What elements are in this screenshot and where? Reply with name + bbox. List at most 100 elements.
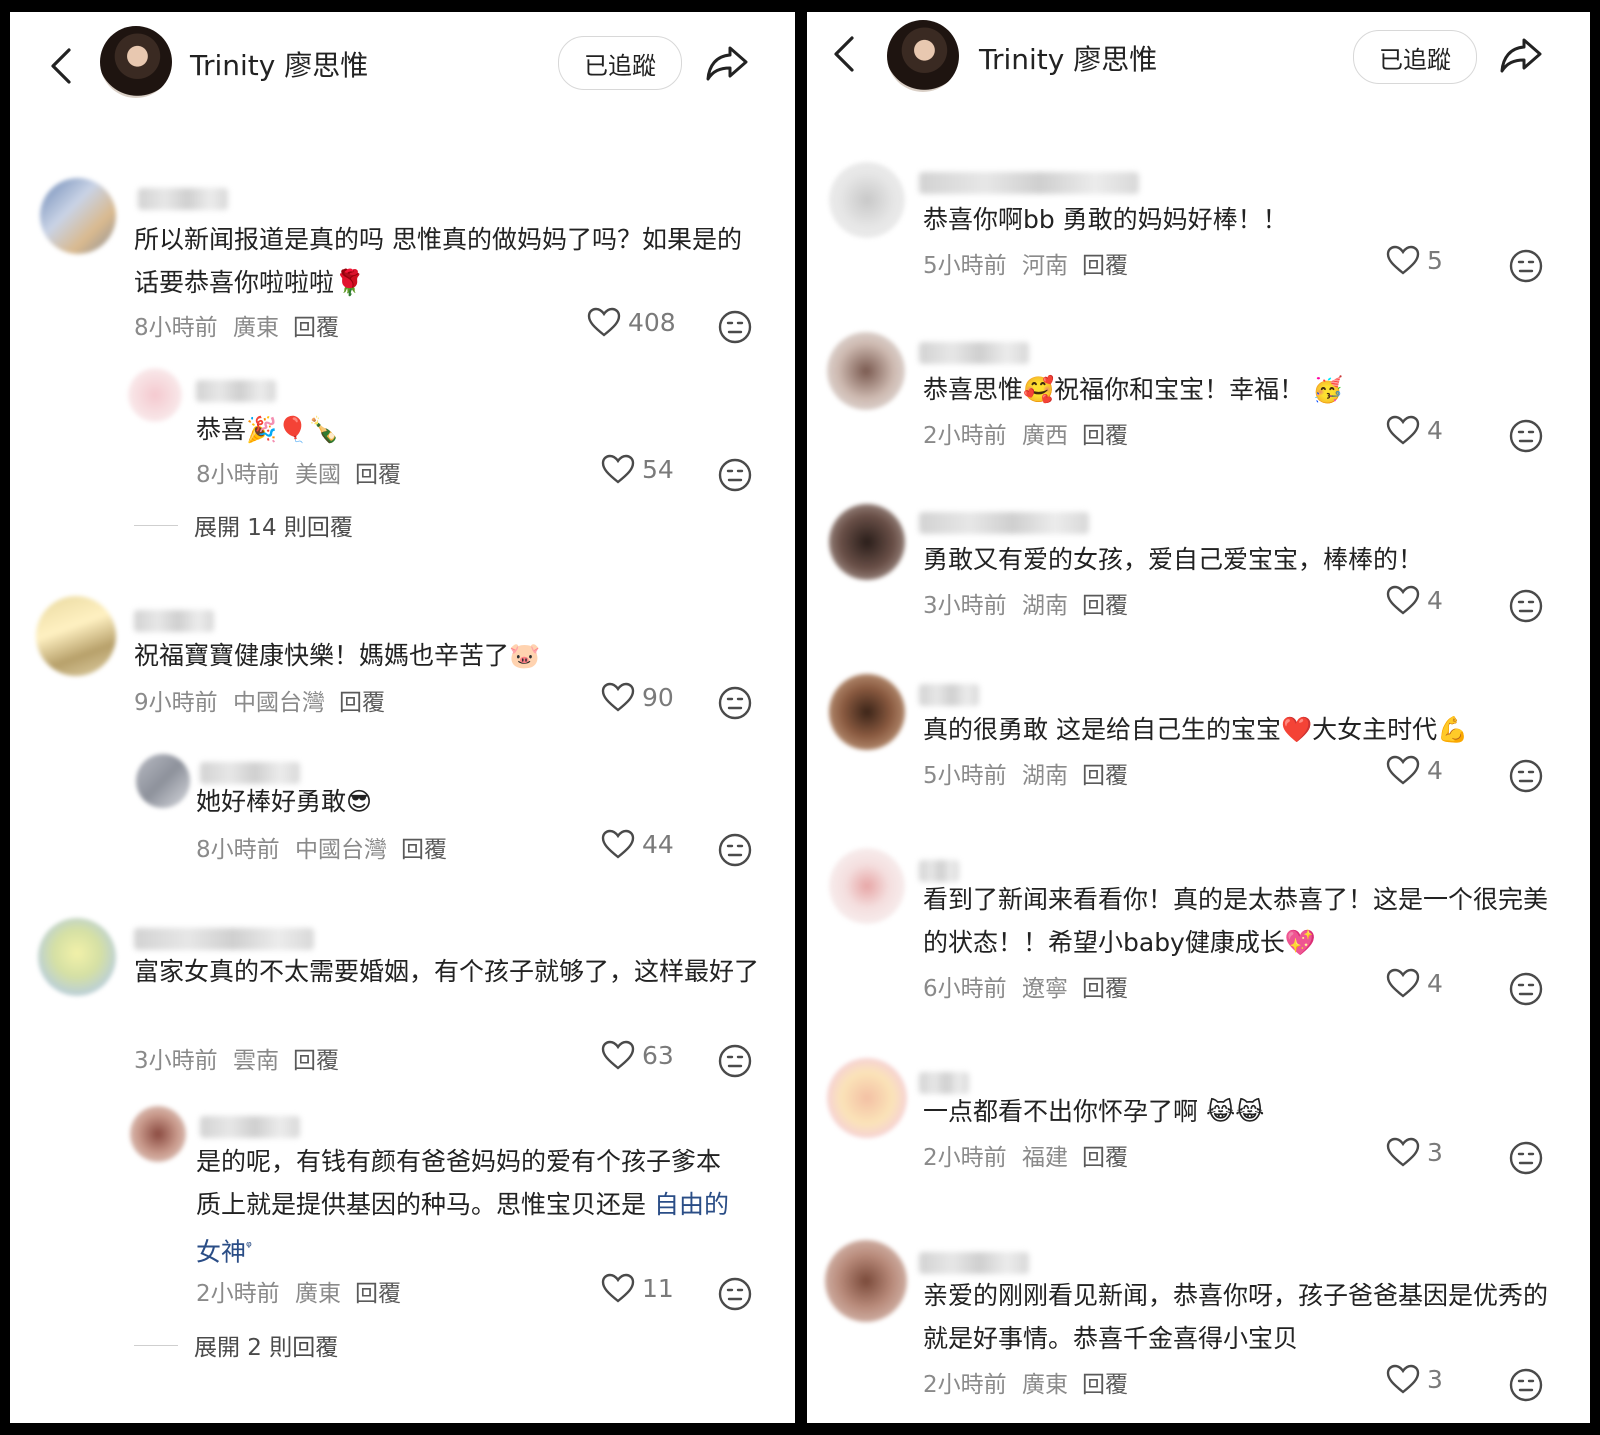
comment-meta: 6小時前 遼寧 回覆: [923, 969, 1128, 1003]
like-button[interactable]: 408: [586, 306, 676, 338]
reply-button[interactable]: 回覆: [1082, 593, 1128, 619]
profile-avatar[interactable]: [100, 26, 172, 98]
commenter-avatar[interactable]: [829, 504, 905, 580]
like-button[interactable]: 3: [1385, 1363, 1443, 1395]
like-button[interactable]: 4: [1385, 584, 1443, 616]
like-count: 3: [1427, 1137, 1443, 1167]
comment-time: 2小時前: [923, 1372, 1007, 1398]
following-button[interactable]: 已追蹤: [558, 36, 682, 90]
reply-button[interactable]: 回覆: [1082, 423, 1128, 449]
dislike-face-icon[interactable]: [1509, 249, 1543, 283]
dislike-face-icon[interactable]: [718, 310, 752, 344]
profile-avatar[interactable]: [887, 20, 959, 92]
dislike-face-icon[interactable]: [1509, 759, 1543, 793]
heart-icon[interactable]: [1385, 584, 1421, 616]
heart-icon[interactable]: [600, 681, 636, 713]
heart-icon[interactable]: [1385, 754, 1421, 786]
expand-replies-button[interactable]: 展開 14 則回覆: [134, 508, 353, 542]
back-arrow-icon[interactable]: [42, 44, 82, 88]
comment-text-body: 是的呢，有钱有颜有爸爸妈妈的爱有个孩子爹本质上就是提供基因的种马。思惟宝贝还是: [196, 1147, 722, 1219]
like-button[interactable]: 90: [600, 681, 674, 713]
commenter-name[interactable]: [919, 512, 1089, 534]
heart-icon[interactable]: [1385, 414, 1421, 446]
heart-icon[interactable]: [600, 1039, 636, 1071]
commenter-avatar[interactable]: [38, 918, 116, 996]
heart-icon[interactable]: [586, 306, 622, 338]
commenter-avatar[interactable]: [130, 1106, 186, 1162]
expand-replies-button[interactable]: 展開 2 則回覆: [134, 1328, 338, 1362]
comment-text: 恭喜思惟🥰祝福你和宝宝！幸福！ 🥳: [923, 375, 1344, 404]
like-button[interactable]: 4: [1385, 967, 1443, 999]
commenter-name[interactable]: [919, 342, 1029, 364]
like-count: 63: [642, 1040, 674, 1070]
comment-location: 廣東: [1021, 1372, 1068, 1398]
dislike-face-icon[interactable]: [1509, 972, 1543, 1006]
back-arrow-icon[interactable]: [825, 32, 865, 76]
commenter-avatar[interactable]: [829, 162, 905, 238]
dislike-face-icon[interactable]: [1509, 589, 1543, 623]
dislike-face-icon[interactable]: [718, 458, 752, 492]
commenter-avatar[interactable]: [36, 596, 116, 676]
commenter-avatar[interactable]: [136, 754, 190, 808]
following-button[interactable]: 已追蹤: [1353, 30, 1477, 84]
heart-icon[interactable]: [600, 453, 636, 485]
like-button[interactable]: 63: [600, 1039, 674, 1071]
profile-username[interactable]: Trinity 廖思惟: [190, 44, 368, 84]
commenter-name[interactable]: [134, 610, 214, 632]
heart-icon[interactable]: [600, 1272, 636, 1304]
commenter-avatar[interactable]: [128, 368, 182, 422]
reply-button[interactable]: 回覆: [293, 315, 339, 341]
like-button[interactable]: 5: [1385, 244, 1443, 276]
share-icon[interactable]: [1497, 32, 1545, 76]
reply-button[interactable]: 回覆: [1082, 763, 1128, 789]
reply-button[interactable]: 回覆: [1082, 253, 1128, 279]
commenter-name[interactable]: [138, 188, 228, 210]
heart-icon[interactable]: [1385, 967, 1421, 999]
heart-icon[interactable]: [1385, 244, 1421, 276]
like-button[interactable]: 44: [600, 828, 674, 860]
commenter-name[interactable]: [919, 684, 979, 706]
comment-text: 所以新闻报道是真的吗 思惟真的做妈妈了吗？如果是的话要恭喜你啦啦啦🌹: [134, 225, 742, 297]
dislike-face-icon[interactable]: [718, 833, 752, 867]
profile-username[interactable]: Trinity 廖思惟: [979, 38, 1157, 78]
heart-icon[interactable]: [600, 828, 636, 860]
commenter-name[interactable]: [919, 1252, 1029, 1274]
reply-button[interactable]: 回覆: [1082, 1372, 1128, 1398]
like-button[interactable]: 54: [600, 453, 674, 485]
comment-meta: 2小時前 福建 回覆: [923, 1138, 1128, 1172]
like-button[interactable]: 4: [1385, 414, 1443, 446]
comment-time: 8小時前: [196, 837, 280, 863]
like-button[interactable]: 4: [1385, 754, 1443, 786]
commenter-name[interactable]: [200, 1116, 300, 1138]
comment-text: 看到了新闻来看看你！真的是太恭喜了！这是一个很完美的状态！！希望小baby健康成…: [923, 885, 1549, 957]
commenter-avatar[interactable]: [825, 1240, 907, 1322]
search-icon[interactable]: ᵠ: [246, 1239, 252, 1255]
commenter-avatar[interactable]: [40, 178, 116, 254]
reply-button[interactable]: 回覆: [355, 1281, 401, 1307]
heart-icon[interactable]: [1385, 1363, 1421, 1395]
dislike-face-icon[interactable]: [1509, 1141, 1543, 1175]
dislike-face-icon[interactable]: [1509, 419, 1543, 453]
reply-button[interactable]: 回覆: [1082, 976, 1128, 1002]
comment-time: 8小時前: [134, 315, 218, 341]
reply-button[interactable]: 回覆: [401, 837, 447, 863]
share-icon[interactable]: [703, 40, 751, 84]
commenter-name[interactable]: [919, 172, 1139, 194]
commenter-avatar[interactable]: [829, 848, 905, 924]
dislike-face-icon[interactable]: [718, 686, 752, 720]
reply-button[interactable]: 回覆: [355, 462, 401, 488]
heart-icon[interactable]: [1385, 1136, 1421, 1168]
reply-button[interactable]: 回覆: [1082, 1145, 1128, 1171]
dislike-face-icon[interactable]: [718, 1044, 752, 1078]
commenter-name[interactable]: [134, 928, 314, 950]
dislike-face-icon[interactable]: [1509, 1368, 1543, 1402]
commenter-avatar[interactable]: [827, 1058, 907, 1138]
reply-button[interactable]: 回覆: [339, 690, 385, 716]
commenter-avatar[interactable]: [827, 332, 905, 410]
commenter-avatar[interactable]: [829, 674, 905, 750]
dislike-face-icon[interactable]: [718, 1277, 752, 1311]
reply-button[interactable]: 回覆: [293, 1048, 339, 1074]
commenter-name[interactable]: [196, 380, 276, 402]
like-button[interactable]: 11: [600, 1272, 674, 1304]
like-button[interactable]: 3: [1385, 1136, 1443, 1168]
